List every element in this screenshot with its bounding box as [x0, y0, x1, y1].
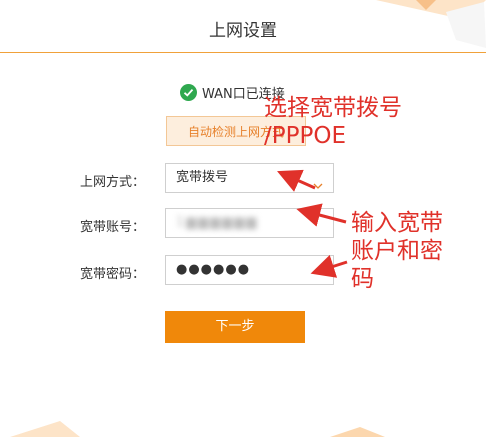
annotation-line: 账户和密 — [351, 238, 443, 264]
annotation-line: 选择宽带拨号 — [264, 95, 402, 121]
annotation-line: 码 — [351, 266, 374, 292]
password-label: 宽带密码： — [80, 267, 146, 282]
mode-value: 宽带拨号 — [176, 170, 229, 185]
password-value: ●●●●●● — [176, 262, 251, 277]
header: 上网设置 — [0, 0, 486, 53]
password-input[interactable]: ●●●●●● — [165, 255, 334, 285]
next-button[interactable]: 下一步 — [165, 311, 305, 343]
annotation-line: 输入宽带 — [351, 210, 443, 236]
mode-select[interactable]: 宽带拨号 — [165, 163, 334, 193]
annotation-line: /PPPOE — [264, 123, 346, 149]
chevron-down-icon — [313, 173, 323, 201]
decorative-shape-bottom — [0, 413, 486, 437]
account-value-blurred: 1▆▆▆▆▆▆ — [176, 215, 259, 230]
annotation-select-pppoe: 选择宽带拨号 /PPPOE — [264, 94, 464, 150]
account-label: 宽带账号： — [80, 220, 146, 235]
mode-label: 上网方式： — [80, 175, 146, 190]
page-title: 上网设置 — [209, 21, 277, 41]
check-circle-icon — [180, 83, 197, 101]
annotation-enter-account: 输入宽带 账户和密 码 — [351, 209, 471, 293]
account-input[interactable]: 1▆▆▆▆▆▆ — [165, 208, 334, 238]
